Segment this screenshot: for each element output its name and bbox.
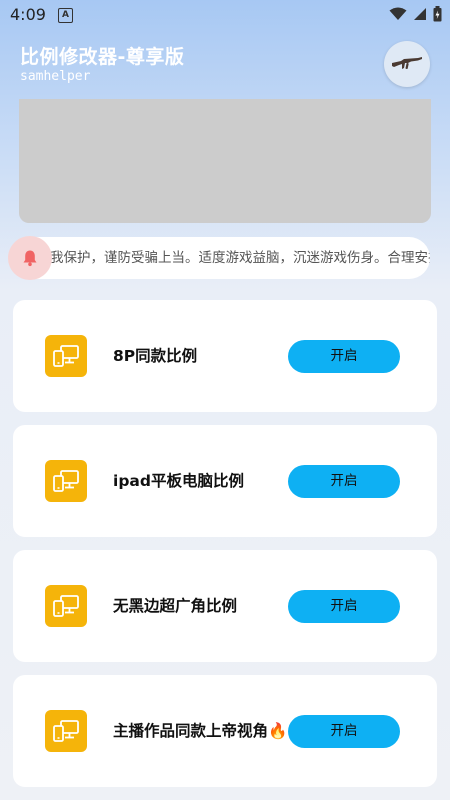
card-title-text: 主播作品同款上帝视角	[113, 722, 269, 740]
card-title: 8P同款比例	[113, 347, 198, 365]
phone-monitor-icon	[45, 335, 87, 377]
bell-badge	[8, 236, 52, 280]
notice-bar: 我保护，谨防受骗上当。适度游戏益脑，沉迷游戏伤身。合理安排	[10, 237, 430, 279]
phone-monitor-icon	[45, 710, 87, 752]
avatar[interactable]	[384, 41, 430, 87]
app-subtitle: samhelper	[20, 69, 91, 84]
signal-icon	[414, 8, 426, 20]
banner-image[interactable]	[19, 99, 431, 223]
card-title: 主播作品同款上帝视角🔥	[113, 675, 287, 787]
notice-text: 我保护，谨防受骗上当。适度游戏益脑，沉迷游戏伤身。合理安排	[50, 250, 430, 266]
ratio-card-1: 8P同款比例 开启	[13, 300, 437, 412]
enable-button[interactable]: 开启	[288, 340, 400, 373]
enable-button[interactable]: 开启	[288, 590, 400, 623]
ratio-card-3: 无黑边超广角比例 开启	[13, 550, 437, 662]
enable-button[interactable]: 开启	[288, 715, 400, 748]
status-time: 4:09	[10, 5, 46, 24]
notification-icon: A	[58, 8, 73, 23]
fire-icon: 🔥	[268, 722, 288, 740]
app-title: 比例修改器-尊享版	[20, 46, 185, 68]
rifle-icon	[392, 57, 422, 70]
ratio-card-4: 主播作品同款上帝视角🔥 开启	[13, 675, 437, 787]
phone-monitor-icon	[45, 460, 87, 502]
card-title: 无黑边超广角比例	[113, 597, 238, 615]
wifi-icon	[389, 7, 407, 20]
phone-monitor-icon	[45, 585, 87, 627]
battery-icon	[433, 6, 442, 22]
ratio-card-2: ipad平板电脑比例 开启	[13, 425, 437, 537]
bell-icon	[23, 250, 37, 267]
status-bar: 4:09 A	[0, 0, 450, 30]
card-title: ipad平板电脑比例	[113, 472, 244, 490]
enable-button[interactable]: 开启	[288, 465, 400, 498]
